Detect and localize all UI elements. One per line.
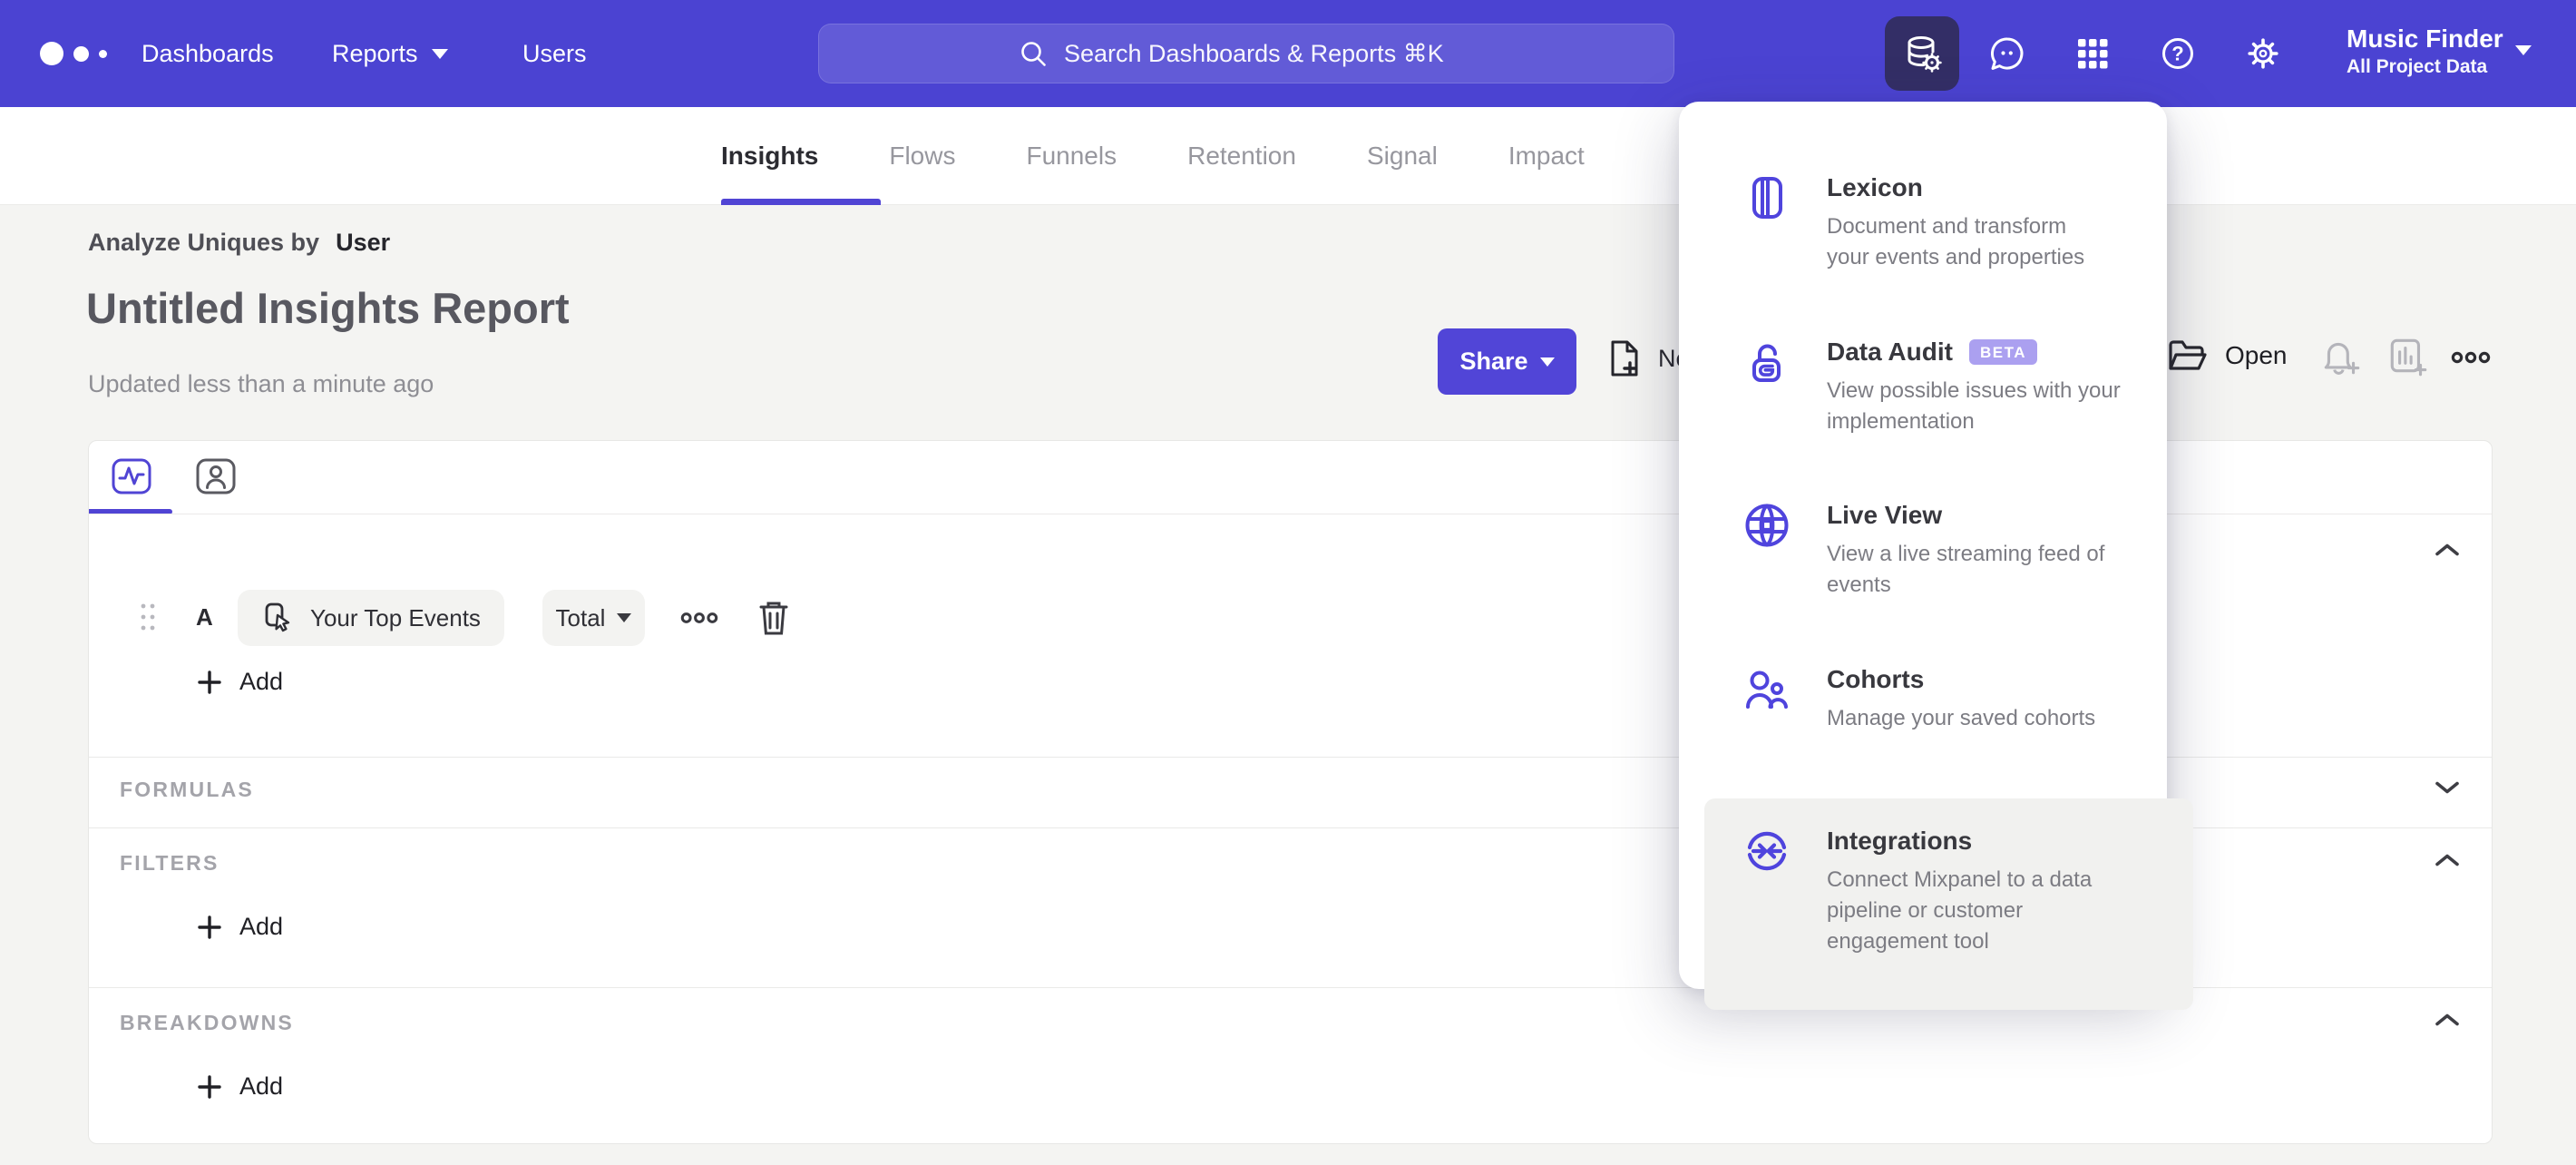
add-breakdown-button[interactable]: Add bbox=[196, 1072, 283, 1101]
menu-item-data-audit[interactable]: Data Audit BETA View possible issues wit… bbox=[1704, 320, 2193, 454]
analyze-line: Analyze Uniques by User bbox=[88, 229, 390, 257]
database-gear-icon bbox=[1908, 36, 1942, 73]
chevron-down-icon bbox=[431, 48, 448, 59]
people-icon bbox=[1746, 671, 1788, 709]
tab-events-view[interactable] bbox=[111, 455, 152, 502]
tab-flows[interactable]: Flows bbox=[889, 142, 955, 171]
global-search[interactable] bbox=[818, 24, 1674, 83]
chevron-up-icon bbox=[2435, 854, 2459, 866]
menu-item-description: Document and transform your events and p… bbox=[1827, 214, 2085, 269]
mixpanel-logo[interactable] bbox=[40, 0, 107, 107]
metric-selector[interactable]: Total bbox=[542, 590, 645, 646]
trash-icon bbox=[759, 602, 788, 635]
menu-item-title: Cohorts bbox=[1827, 665, 1925, 693]
menu-item-title: Integrations bbox=[1827, 827, 1973, 855]
event-selector[interactable]: Your Top Events bbox=[238, 590, 504, 646]
alert-button[interactable] bbox=[2318, 334, 2364, 384]
user-profile-icon bbox=[196, 458, 236, 494]
menu-item-title: Live View bbox=[1827, 501, 1943, 529]
nav-users[interactable]: Users bbox=[522, 0, 587, 107]
menu-item-cohorts[interactable]: Cohorts Manage your saved cohorts bbox=[1704, 648, 2193, 750]
report-title[interactable]: Untitled Insights Report bbox=[86, 283, 570, 333]
row-more-options-button[interactable] bbox=[680, 609, 718, 631]
share-button[interactable]: Share bbox=[1438, 328, 1576, 395]
top-navigation-bar: Dashboards Reports Users Search Dashboar… bbox=[0, 0, 2576, 107]
project-name: Music Finder bbox=[2347, 24, 2503, 53]
menu-item-description: View a live streaming feed of events bbox=[1827, 542, 2105, 597]
add-event-button[interactable]: Add bbox=[196, 668, 283, 696]
project-switcher[interactable]: Music Finder All Project Data bbox=[2347, 24, 2503, 79]
settings-gear-icon bbox=[2248, 38, 2278, 69]
tab-signal[interactable]: Signal bbox=[1367, 142, 1438, 171]
feedback-bubble-icon bbox=[1990, 37, 2024, 70]
settings-button[interactable] bbox=[2226, 16, 2300, 91]
pulse-chart-icon bbox=[112, 458, 151, 494]
menu-item-title: Lexicon bbox=[1827, 173, 1923, 201]
expand-formulas-button[interactable] bbox=[2433, 778, 2462, 801]
updated-timestamp: Updated less than a minute ago bbox=[88, 370, 434, 397]
drag-handle[interactable] bbox=[138, 599, 158, 641]
search-icon bbox=[1021, 42, 1046, 66]
collapse-breakdowns-button[interactable] bbox=[2433, 1011, 2462, 1033]
project-scope: All Project Data bbox=[2347, 56, 2488, 77]
chevron-up-icon bbox=[2435, 543, 2459, 556]
apps-grid-button[interactable] bbox=[2055, 16, 2130, 91]
sync-icon bbox=[1747, 831, 1787, 871]
plus-icon bbox=[198, 915, 221, 939]
menu-item-title: Data Audit BETA bbox=[1827, 337, 2121, 367]
globe-icon bbox=[1745, 504, 1789, 547]
menu-item-integrations[interactable]: Integrations Connect Mixpanel to a data … bbox=[1704, 798, 2193, 1010]
help-icon: ? bbox=[2162, 38, 2193, 69]
series-letter: A bbox=[196, 603, 213, 631]
tab-insights[interactable]: Insights bbox=[721, 142, 818, 171]
beta-badge: BETA bbox=[1968, 339, 2037, 365]
search-input[interactable] bbox=[1062, 38, 1474, 69]
book-icon bbox=[1752, 177, 1782, 219]
collapse-filters-button[interactable] bbox=[2433, 851, 2462, 874]
plus-icon bbox=[198, 1074, 221, 1099]
add-filter-button[interactable]: Add bbox=[196, 913, 283, 941]
add-to-board-button[interactable] bbox=[2386, 334, 2431, 384]
menu-item-lexicon[interactable]: Lexicon Document and transform your even… bbox=[1704, 156, 2193, 289]
ellipsis-icon bbox=[680, 612, 718, 623]
drag-dots-icon bbox=[141, 603, 155, 631]
lock-icon bbox=[1752, 344, 1781, 382]
document-plus-icon bbox=[1611, 340, 1638, 377]
breakdowns-section-label: BREAKDOWNS bbox=[120, 1011, 294, 1034]
tab-funnels[interactable]: Funnels bbox=[1026, 142, 1117, 171]
active-tab-underline bbox=[721, 199, 881, 205]
chevron-down-icon bbox=[617, 613, 632, 622]
chevron-down-icon bbox=[2515, 45, 2532, 55]
menu-item-description: View possible issues with your implement… bbox=[1827, 378, 2121, 434]
more-options-button[interactable] bbox=[2451, 348, 2491, 371]
bell-plus-icon bbox=[2324, 342, 2360, 375]
apps-grid-icon bbox=[2078, 39, 2108, 69]
data-management-menu: Lexicon Document and transform your even… bbox=[1679, 102, 2193, 1010]
tab-profiles-view[interactable] bbox=[195, 455, 237, 502]
feedback-button[interactable] bbox=[1970, 16, 2044, 91]
delete-row-button[interactable] bbox=[756, 598, 792, 642]
ellipsis-icon bbox=[2451, 351, 2491, 364]
svg-text:?: ? bbox=[2171, 43, 2183, 65]
nav-dashboards[interactable]: Dashboards bbox=[141, 0, 274, 107]
nav-reports[interactable]: Reports bbox=[332, 0, 448, 107]
chevron-up-icon bbox=[2435, 1013, 2459, 1026]
plus-icon bbox=[198, 670, 221, 694]
menu-item-live-view[interactable]: Live View View a live streaming feed of … bbox=[1704, 484, 2193, 617]
chart-plus-icon bbox=[2390, 338, 2427, 377]
analyze-prefix: Analyze Uniques by bbox=[88, 229, 320, 256]
formulas-section-label: FORMULAS bbox=[120, 778, 254, 801]
event-cursor-icon bbox=[265, 602, 290, 632]
collapse-events-button[interactable] bbox=[2433, 541, 2462, 563]
help-button[interactable]: ? bbox=[2141, 16, 2215, 91]
menu-item-description: Connect Mixpanel to a data pipeline or c… bbox=[1827, 867, 2093, 954]
chevron-down-icon bbox=[1539, 357, 1555, 367]
chevron-down-icon bbox=[2435, 781, 2459, 794]
data-management-button[interactable] bbox=[1885, 16, 1959, 91]
analyze-value-dropdown[interactable]: User bbox=[336, 229, 390, 256]
filters-section-label: FILTERS bbox=[120, 851, 220, 875]
menu-item-description: Manage your saved cohorts bbox=[1827, 706, 2096, 730]
tab-impact[interactable]: Impact bbox=[1508, 142, 1585, 171]
tab-retention[interactable]: Retention bbox=[1187, 142, 1296, 171]
